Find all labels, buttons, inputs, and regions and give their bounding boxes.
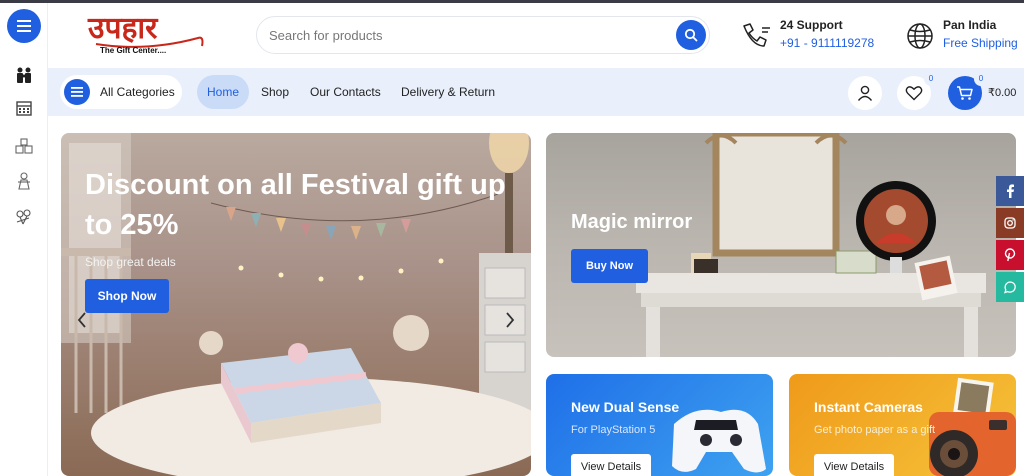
shipping-info[interactable]: Pan India Free Shipping	[905, 16, 1023, 56]
anniversary-icon[interactable]	[14, 171, 34, 191]
logo-tagline: The Gift Center....	[100, 46, 167, 55]
instant-cameras-view-details-button[interactable]: View Details	[814, 454, 894, 476]
instagram-icon	[1004, 217, 1016, 229]
all-categories-button[interactable]: All Categories	[60, 75, 182, 109]
instant-cameras-banner[interactable]: Instant Cameras Get photo paper as a gif…	[789, 374, 1016, 476]
shipping-text[interactable]: Free Shipping	[943, 36, 1018, 50]
instant-cameras-title: Instant Cameras	[814, 399, 923, 415]
flowers-icon[interactable]	[14, 207, 34, 227]
calendar-icon[interactable]	[14, 98, 34, 118]
mirror-buy-now-button[interactable]: Buy Now	[571, 249, 648, 283]
nav-our-contacts[interactable]: Our Contacts	[300, 75, 391, 109]
dual-sense-subtitle: For PlayStation 5	[571, 424, 656, 436]
wishlist-count: 0	[924, 72, 938, 86]
phone-truck-icon	[743, 23, 770, 47]
mirror-title: Magic mirror	[571, 211, 693, 233]
rail-menu-button[interactable]	[7, 9, 41, 43]
cart-icon	[957, 86, 973, 100]
menu-icon	[64, 79, 90, 105]
search-bar	[256, 16, 710, 54]
slider-next-arrow[interactable]	[500, 308, 520, 332]
nav-home[interactable]: Home	[197, 75, 250, 109]
whatsapp-icon	[1004, 281, 1016, 294]
support-title: 24 Support	[780, 18, 843, 32]
account-button[interactable]	[848, 76, 882, 110]
chevron-left-icon	[77, 312, 86, 328]
support-phone[interactable]: +91 - 9111119278	[780, 36, 874, 50]
hero-title: Discount on all Festival gift up to 25%	[85, 169, 506, 241]
family-icon[interactable]	[14, 65, 34, 85]
facebook-icon	[1007, 184, 1014, 198]
dual-sense-banner[interactable]: New Dual Sense For PlayStation 5 View De…	[546, 374, 773, 476]
pinterest-icon	[1004, 248, 1016, 262]
search-input[interactable]	[269, 17, 669, 53]
nav-shop[interactable]: Shop	[251, 75, 299, 109]
slider-prev-arrow[interactable]	[72, 308, 92, 332]
search-icon	[684, 28, 698, 42]
svg-text:उपहार: उपहार	[87, 11, 159, 46]
vanity-mirror-image	[636, 133, 986, 357]
nav-delivery-return[interactable]: Delivery & Return	[391, 75, 505, 109]
hero-subtitle: Shop great deals	[85, 255, 176, 269]
heart-icon	[905, 86, 923, 101]
facebook-link[interactable]	[996, 176, 1024, 206]
cart-total: ₹0.00	[988, 87, 1017, 99]
all-categories-label: All Categories	[100, 85, 175, 99]
whatsapp-link[interactable]	[996, 272, 1024, 302]
shipping-title: Pan India	[943, 18, 997, 32]
chevron-right-icon	[506, 312, 515, 328]
instant-cameras-subtitle: Get photo paper as a gift	[814, 424, 936, 436]
support-info[interactable]: 24 Support +91 - 9111119278	[740, 16, 890, 56]
magic-mirror-banner[interactable]: Magic mirror Buy Now	[546, 133, 1016, 357]
globe-icon	[907, 23, 933, 49]
gift-boxes-icon[interactable]	[14, 136, 34, 156]
instagram-link[interactable]	[996, 208, 1024, 238]
pinterest-link[interactable]	[996, 240, 1024, 270]
site-logo[interactable]: उपहार The Gift Center....	[86, 8, 216, 60]
search-button[interactable]	[676, 20, 706, 50]
hero-shop-now-button[interactable]: Shop Now	[85, 279, 169, 313]
dual-sense-view-details-button[interactable]: View Details	[571, 454, 651, 476]
left-rail	[0, 3, 48, 476]
user-icon	[857, 85, 873, 101]
hamburger-icon	[17, 20, 31, 32]
hero-banner[interactable]: Discount on all Festival gift up to 25% …	[61, 133, 531, 476]
cart-count: 0	[974, 72, 988, 86]
dual-sense-title: New Dual Sense	[571, 399, 680, 415]
top-strip	[0, 0, 1024, 3]
main-nav: All Categories Home Shop Our Contacts De…	[48, 68, 1024, 116]
